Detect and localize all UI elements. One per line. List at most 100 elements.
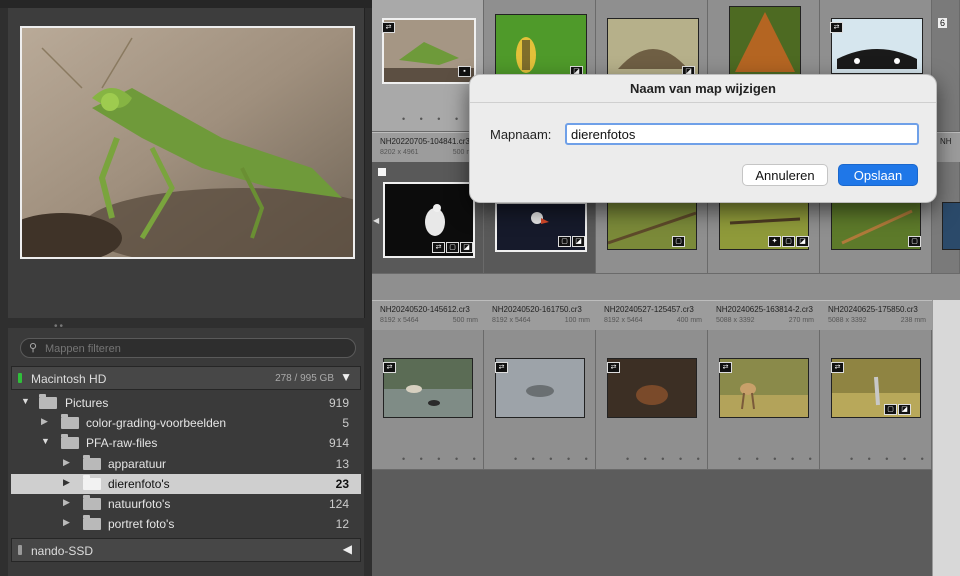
file-name: NH20240520-145612.cr3 xyxy=(380,305,470,314)
folder-count: 13 xyxy=(335,457,349,471)
stack-badge-icon: ⇄ xyxy=(607,362,620,373)
folder-color-grading-voorbeelden[interactable]: ▶ color-grading-voorbeelden 5 xyxy=(11,413,361,433)
triangle-left-icon[interactable]: ◀ xyxy=(343,542,352,556)
disclosure-closed-icon[interactable]: ▶ xyxy=(63,457,70,468)
folder-icon xyxy=(83,515,101,530)
rating-dots[interactable]: • • • • • xyxy=(850,454,930,464)
focal-length: 400 mm xyxy=(676,317,702,324)
folder-name: natuurfoto's xyxy=(108,497,171,511)
edit-badge-icon: ✦ xyxy=(768,236,781,247)
grid-cell[interactable]: ⇄ • • • • • xyxy=(708,330,820,470)
grid-empty-area xyxy=(372,470,932,576)
rating-dots[interactable]: • • • • • xyxy=(402,454,482,464)
disclosure-open-icon[interactable]: ▼ xyxy=(21,396,30,406)
file-name: NH20220705-104841.cr3 xyxy=(380,137,470,146)
stack-badge-icon: ⇄ xyxy=(719,362,732,373)
grid-cell[interactable]: ⇄ ▪ • • • • • xyxy=(372,0,484,132)
folder-filter: ⚲ xyxy=(20,338,356,358)
folder-filter-input[interactable] xyxy=(43,340,347,358)
stack-badge-icon: ⇄ xyxy=(495,362,508,373)
folder-pfa-raw-files[interactable]: ▼ PFA-raw-files 914 xyxy=(11,433,361,453)
caret-left-icon: ◀ xyxy=(373,216,380,225)
folder-pictures[interactable]: ▼ Pictures 919 xyxy=(11,393,361,413)
thumbnail-frog[interactable] xyxy=(495,358,585,418)
triangle-down-icon[interactable]: ▼ xyxy=(340,370,352,384)
disclosure-closed-icon[interactable]: ▶ xyxy=(63,517,70,528)
crop-badge-icon: ◪ xyxy=(796,236,809,247)
folder-dierenfotos[interactable]: ▶ dierenfoto's 23 xyxy=(11,474,361,494)
thumbnail-deer[interactable] xyxy=(719,358,809,418)
search-icon: ⚲ xyxy=(29,342,38,354)
save-button[interactable]: Opslaan xyxy=(838,164,918,186)
rating-dots[interactable]: • • • • • xyxy=(514,454,594,464)
left-top-strip xyxy=(0,0,372,8)
rating-dots[interactable]: • • • • • xyxy=(738,454,818,464)
rename-folder-dialog: Naam van map wijzigen Mapnaam: Annuleren… xyxy=(469,74,937,203)
copy-badge-icon: ▢ xyxy=(782,236,795,247)
folder-count: 919 xyxy=(328,396,349,410)
cancel-button[interactable]: Annuleren xyxy=(742,164,828,186)
grid-cell[interactable]: ◀ ⇄ ▢ ◪ xyxy=(372,162,484,274)
flag-icon[interactable] xyxy=(378,168,386,176)
volume-macintosh-hd[interactable]: Macintosh HD 278 / 995 GB ▼ xyxy=(11,366,361,390)
file-name: NH xyxy=(940,137,952,146)
grid-edge xyxy=(932,300,960,576)
row-footer xyxy=(372,274,960,301)
file-name: NH20240625-163814-2.cr3 xyxy=(716,305,813,314)
stack-badge-icon: ⇄ xyxy=(830,22,843,33)
volume-capacity: 278 / 995 GB xyxy=(275,373,334,384)
volume-status-icon xyxy=(18,373,22,383)
thumbnail-squirrel[interactable] xyxy=(607,358,697,418)
rating-dots[interactable]: • • • • • xyxy=(626,454,706,464)
folder-icon xyxy=(61,414,79,429)
file-meta: NH20240520-145612.cr3 8192 x 5464 500 mm xyxy=(372,300,484,331)
stack-count: 6 xyxy=(938,18,948,28)
crop-badge-icon: ◪ xyxy=(460,242,473,253)
file-name: NH20240625-175850.cr3 xyxy=(828,305,918,314)
folder-count: 5 xyxy=(342,416,349,430)
folder-name: color-grading-voorbeelden xyxy=(86,416,227,430)
volume-nando-ssd[interactable]: nando-SSD ◀ xyxy=(11,538,361,562)
volume-name: nando-SSD xyxy=(31,544,94,558)
grid-cell[interactable]: ⇄ • • • • • xyxy=(484,330,596,470)
file-name: NH20240527-125457.cr3 xyxy=(604,305,694,314)
navigator-preview xyxy=(8,8,365,318)
folder-name-input[interactable] xyxy=(565,123,919,145)
copy-badge-icon: ▢ xyxy=(884,404,897,415)
dialog-divider xyxy=(470,102,936,103)
folder-natuurfotos[interactable]: ▶ natuurfoto's 124 xyxy=(11,494,361,514)
disclosure-closed-icon[interactable]: ▶ xyxy=(41,416,48,427)
left-panel: •• ⚲ Macintosh HD 278 / 995 GB ▼ ▼ Pictu… xyxy=(0,0,372,576)
volume-name: Macintosh HD xyxy=(31,372,107,386)
grid-cell[interactable]: ⇄ ▢ ◪ • • • • • xyxy=(820,330,932,470)
preview-image xyxy=(20,26,355,259)
file-dimensions: 5088 x 3392 xyxy=(716,317,755,324)
file-meta: NH20240520-161750.cr3 8192 x 5464 100 mm xyxy=(484,300,596,331)
disclosure-closed-icon[interactable]: ▶ xyxy=(63,477,70,488)
folder-apparatuur[interactable]: ▶ apparatuur 13 xyxy=(11,454,361,474)
folder-name: PFA-raw-files xyxy=(86,436,158,450)
thumbnail-black-butterfly[interactable] xyxy=(831,18,923,74)
file-dimensions: 5088 x 3392 xyxy=(828,317,867,324)
disclosure-open-icon[interactable]: ▼ xyxy=(41,436,50,446)
thumbnail-geese[interactable] xyxy=(383,358,473,418)
folder-icon xyxy=(83,455,101,470)
focal-length: 100 mm xyxy=(564,317,590,324)
folder-portret-fotos[interactable]: ▶ portret foto's 12 xyxy=(11,514,361,534)
disclosure-closed-icon[interactable]: ▶ xyxy=(63,497,70,508)
folder-name: Pictures xyxy=(65,396,109,410)
folder-count: 12 xyxy=(335,517,349,531)
folder-icon xyxy=(83,475,101,490)
crop-badge-icon: ◪ xyxy=(572,236,585,247)
focal-length: 270 mm xyxy=(788,317,814,324)
thumbnail-butterfly[interactable] xyxy=(729,6,801,78)
folder-icon xyxy=(83,495,101,510)
volume-status-icon xyxy=(18,545,22,555)
copy-badge-icon: ▢ xyxy=(558,236,571,247)
folder-name: dierenfoto's xyxy=(108,477,170,491)
grid-cell[interactable]: ⇄ • • • • • xyxy=(372,330,484,470)
folder-count: 124 xyxy=(328,497,349,511)
grid-cell[interactable]: ⇄ • • • • • xyxy=(596,330,708,470)
copy-badge-icon: ▢ xyxy=(446,242,459,253)
copy-badge-icon: ▢ xyxy=(908,236,921,247)
